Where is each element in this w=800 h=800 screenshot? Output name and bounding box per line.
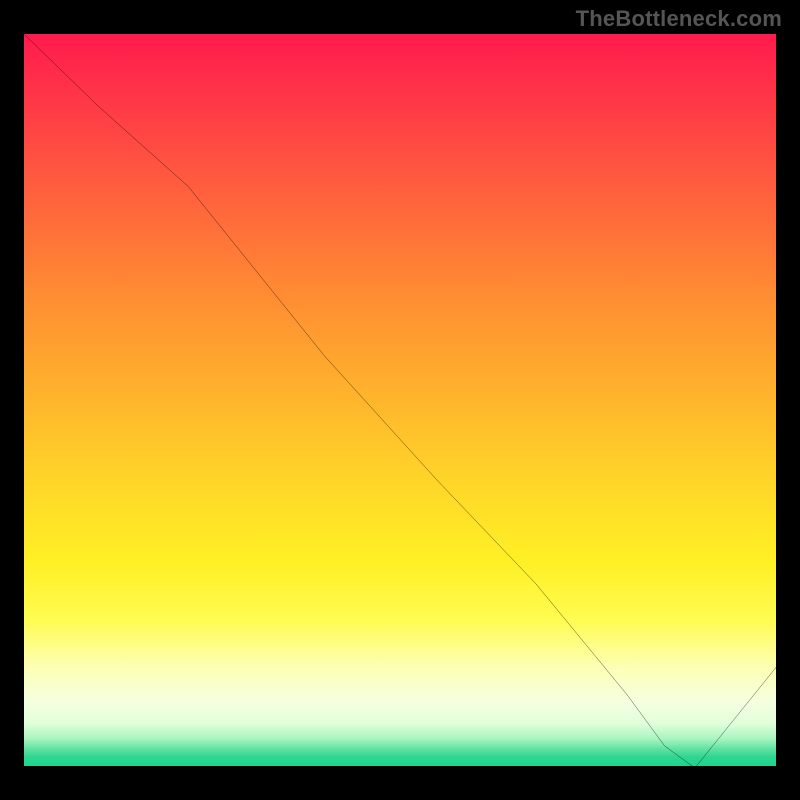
main-curve bbox=[22, 32, 778, 768]
watermark-label: TheBottleneck.com bbox=[576, 6, 782, 32]
chart-container: TheBottleneck.com bbox=[0, 0, 800, 800]
chart-line-layer bbox=[22, 32, 778, 768]
